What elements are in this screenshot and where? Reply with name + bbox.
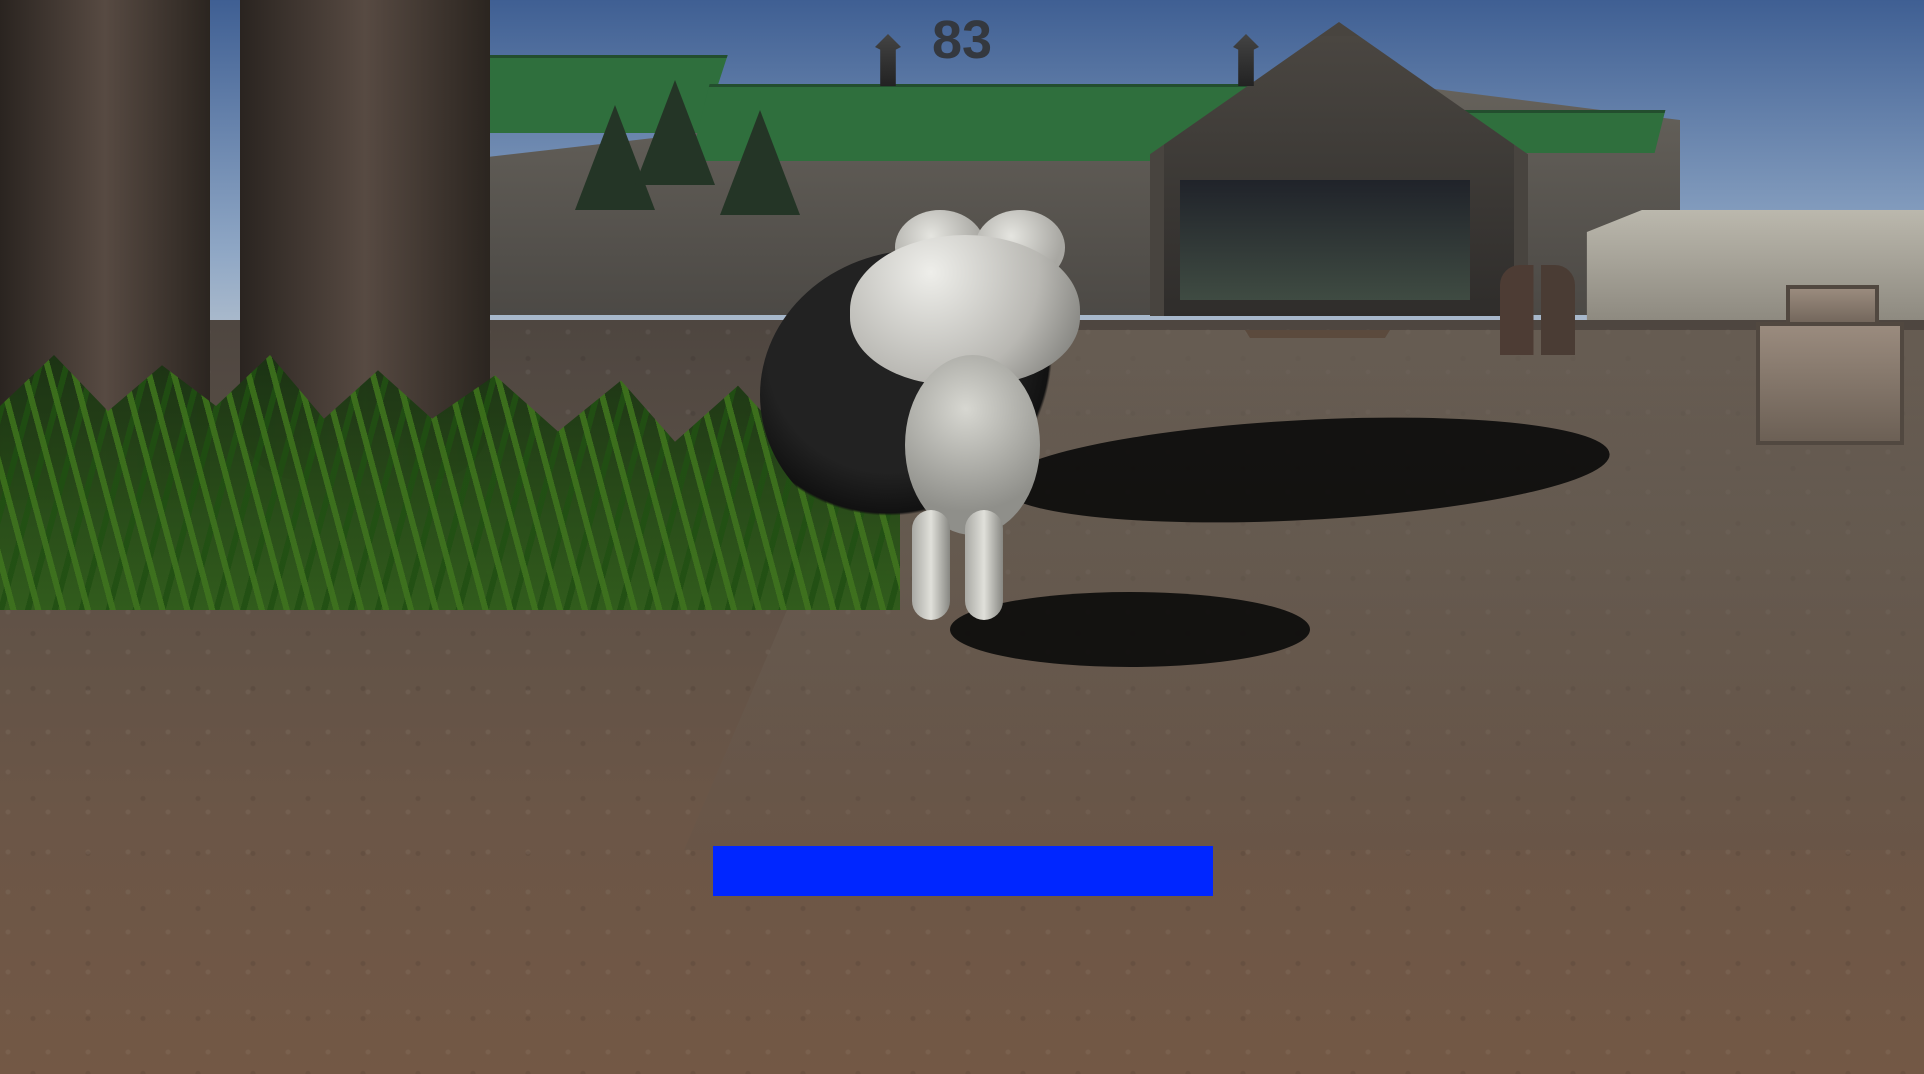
pine-tree <box>635 80 715 185</box>
picnic-table <box>1245 330 1390 393</box>
frog-body <box>905 355 1040 535</box>
game-viewport[interactable]: 83 <box>0 0 1924 1074</box>
health-bar-fill <box>713 846 1213 896</box>
crate-pile <box>1384 250 1904 450</box>
health-bar <box>713 846 1213 896</box>
frog-right-leg <box>965 510 1003 620</box>
player-frog <box>850 210 1080 630</box>
pine-tree <box>720 110 800 215</box>
large-crate <box>1756 322 1904 445</box>
frog-left-leg <box>912 510 950 620</box>
score-counter: 83 <box>932 10 993 70</box>
